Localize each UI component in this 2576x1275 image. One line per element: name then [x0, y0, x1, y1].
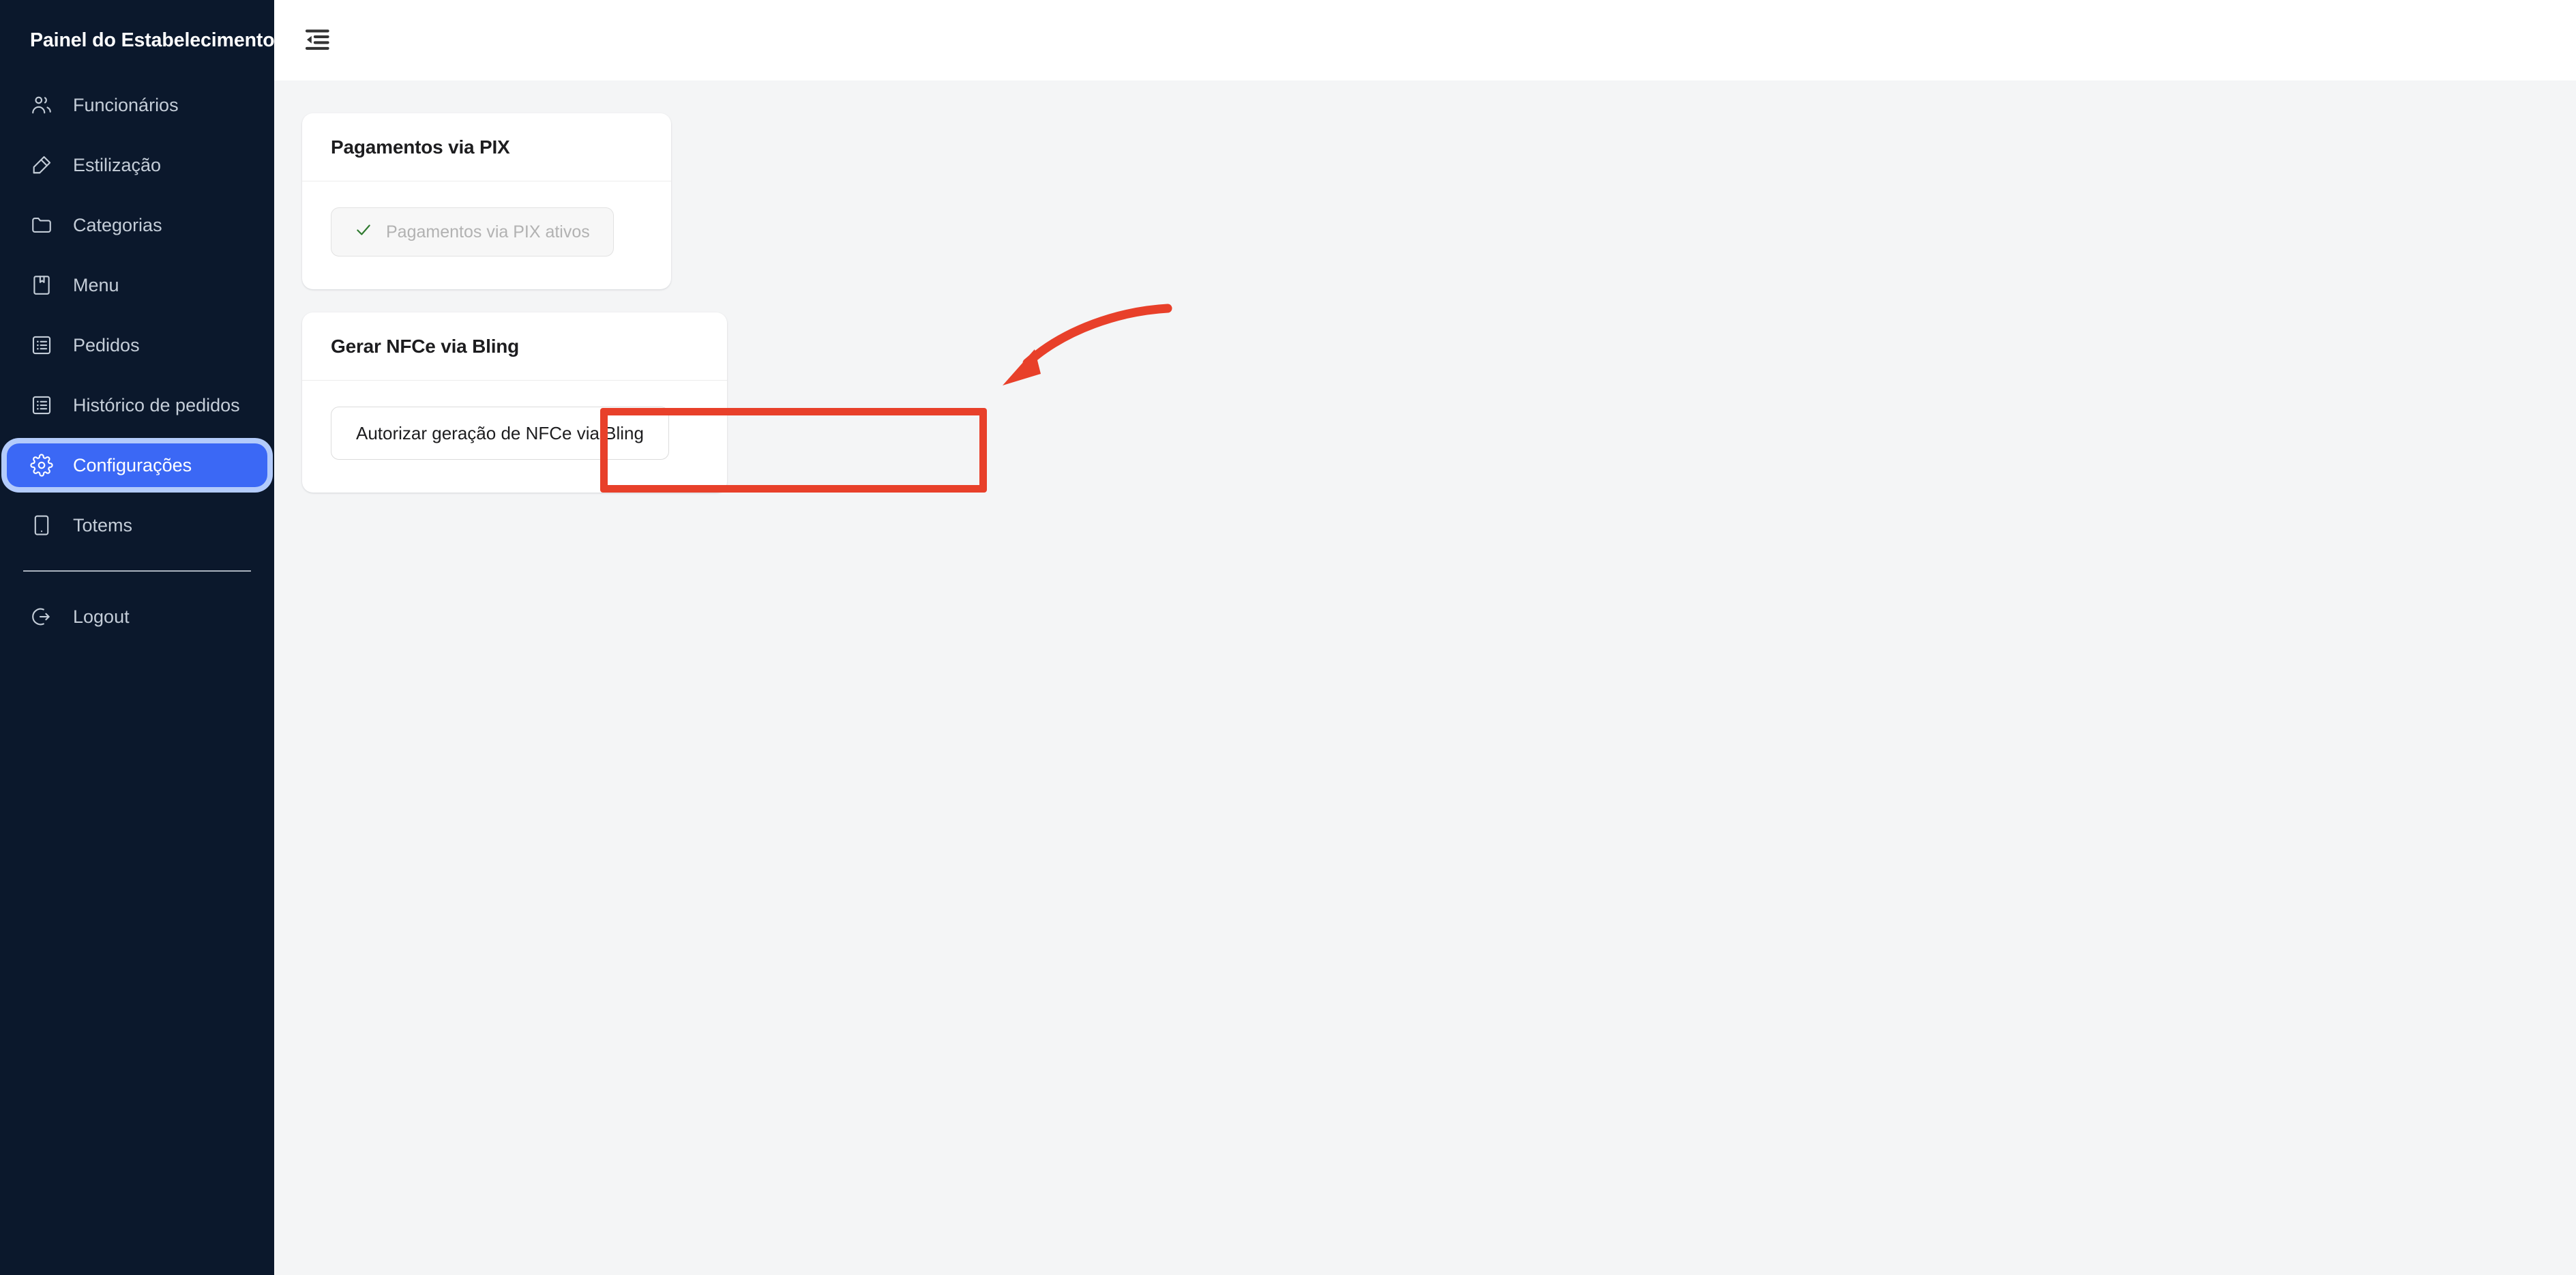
sidebar-divider	[23, 570, 251, 572]
card-title: Gerar NFCe via Bling	[331, 336, 520, 357]
pix-status-button: Pagamentos via PIX ativos	[331, 207, 614, 257]
card-header: Gerar NFCe via Bling	[302, 312, 727, 381]
sidebar-title: Painel do Estabelecimento	[30, 29, 275, 51]
sidebar-item-label: Logout	[73, 606, 130, 627]
sidebar-item-label: Estilização	[73, 154, 162, 175]
settings-content: Pagamentos via PIX Pagamentos via PIX at…	[274, 80, 2576, 1275]
folder-icon	[30, 214, 53, 237]
sidebar-item-label: Categorias	[73, 214, 162, 235]
sidebar-item-label: Funcionários	[73, 94, 179, 115]
gear-icon	[30, 454, 53, 477]
sidebar-footer: Logout	[0, 595, 274, 639]
card-header: Pagamentos via PIX	[302, 113, 671, 181]
sidebar-nav: Funcionários Estilização Categorias Menu…	[0, 83, 274, 547]
sidebar-item-label: Totems	[73, 514, 133, 536]
logout-icon	[30, 605, 53, 628]
sidebar-item-estilizacao[interactable]: Estilização	[7, 143, 267, 187]
sidebar-item-categorias[interactable]: Categorias	[7, 203, 267, 247]
list-box-icon	[30, 394, 53, 417]
sidebar-item-historico-de-pedidos[interactable]: Histórico de pedidos	[7, 383, 267, 427]
sidebar-item-label: Histórico de pedidos	[73, 394, 240, 415]
authorize-nfce-button[interactable]: Autorizar geração de NFCe via Bling	[331, 407, 669, 460]
sidebar-item-totems[interactable]: Totems	[7, 503, 267, 547]
sidebar-item-menu[interactable]: Menu	[7, 263, 267, 307]
sidebar-item-logout[interactable]: Logout	[7, 595, 267, 639]
pix-status-label: Pagamentos via PIX ativos	[386, 222, 590, 241]
list-box-icon	[30, 334, 53, 357]
main-area: Pagamentos via PIX Pagamentos via PIX at…	[274, 0, 2576, 1275]
card-pagamentos-pix: Pagamentos via PIX Pagamentos via PIX at…	[302, 113, 671, 289]
highlighter-icon	[30, 153, 53, 177]
card-body: Pagamentos via PIX ativos	[302, 181, 671, 289]
book-icon	[30, 274, 53, 297]
sidebar-item-label: Configurações	[73, 454, 192, 475]
users-icon	[30, 93, 53, 117]
sidebar: Painel do Estabelecimento Funcionários E…	[0, 0, 275, 1275]
sidebar-item-label: Pedidos	[73, 334, 140, 355]
sidebar-item-label: Menu	[73, 274, 119, 295]
tablet-icon	[30, 514, 53, 537]
topbar	[274, 0, 2576, 80]
card-title: Pagamentos via PIX	[331, 136, 510, 158]
check-icon	[355, 221, 372, 244]
app-root: Painel do Estabelecimento Funcionários E…	[0, 0, 2576, 1275]
list-collapse-icon[interactable]	[304, 27, 336, 54]
card-body: Autorizar geração de NFCe via Bling	[302, 381, 727, 493]
sidebar-item-configuracoes[interactable]: Configurações	[7, 443, 267, 488]
sidebar-item-pedidos[interactable]: Pedidos	[7, 323, 267, 367]
card-gerar-nfce: Gerar NFCe via Bling Autorizar geração d…	[302, 312, 727, 493]
sidebar-item-funcionarios[interactable]: Funcionários	[7, 83, 267, 127]
